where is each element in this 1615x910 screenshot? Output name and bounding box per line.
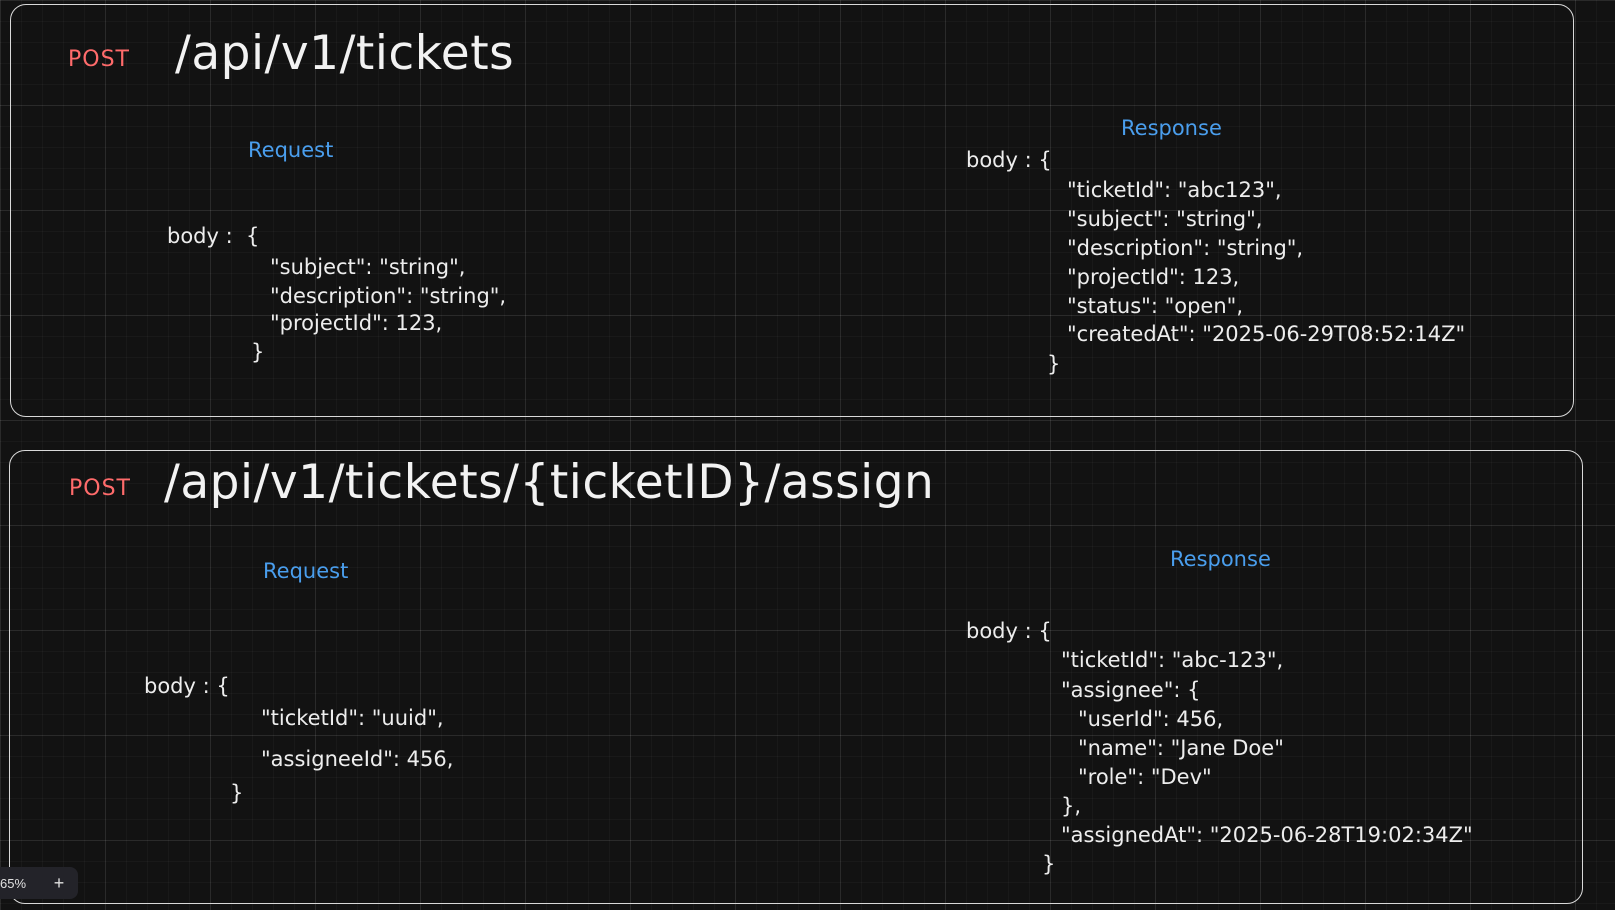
response-body-line: "role": "Dev" [1078, 765, 1212, 789]
response-body-line: "projectId": 123, [1067, 265, 1240, 289]
response-body-line: } [1047, 352, 1061, 376]
response-body-line: body : { [966, 148, 1052, 172]
request-body-line: "projectId": 123, [270, 311, 443, 335]
response-body-line: body : { [966, 619, 1052, 643]
request-label: Request [263, 559, 349, 583]
response-body-line: "ticketId": "abc123", [1067, 178, 1282, 202]
response-body-line: } [1042, 852, 1056, 876]
response-label: Response [1121, 116, 1222, 140]
endpoint-path: /api/v1/tickets [175, 26, 515, 81]
response-body-line: "userId": 456, [1078, 707, 1224, 731]
response-body-line: "createdAt": "2025-06-29T08:52:14Z" [1067, 322, 1466, 346]
request-body-line: "ticketId": "uuid", [261, 706, 444, 730]
request-body-line: "description": "string", [270, 284, 507, 308]
zoom-in-icon[interactable]: + [44, 873, 74, 894]
zoom-control: 65% + [0, 867, 78, 899]
request-body-line: } [230, 781, 244, 805]
request-label: Request [248, 138, 334, 162]
request-body-line: body : { [167, 224, 260, 248]
http-method-badge: POST [69, 476, 131, 501]
response-body-line: "assignee": { [1061, 678, 1201, 702]
request-body-line: "assigneeId": 456, [261, 747, 454, 771]
response-body-line: "status": "open", [1067, 294, 1243, 318]
response-label: Response [1170, 547, 1271, 571]
request-body-line: body : { [144, 674, 230, 698]
response-body-line: "subject": "string", [1067, 207, 1263, 231]
http-method-badge: POST [68, 47, 130, 72]
response-body-line: "assignedAt": "2025-06-28T19:02:34Z" [1061, 823, 1473, 847]
request-body-line: } [251, 340, 265, 364]
response-body-line: "name": "Jane Doe" [1078, 736, 1284, 760]
response-body-line: "ticketId": "abc-123", [1061, 648, 1284, 672]
response-body-line: "description": "string", [1067, 236, 1304, 260]
zoom-level[interactable]: 65% [0, 876, 44, 891]
response-body-line: }, [1061, 794, 1082, 818]
endpoint-path: /api/v1/tickets/{ticketID}/assign [164, 455, 935, 510]
request-body-line: "subject": "string", [270, 255, 466, 279]
